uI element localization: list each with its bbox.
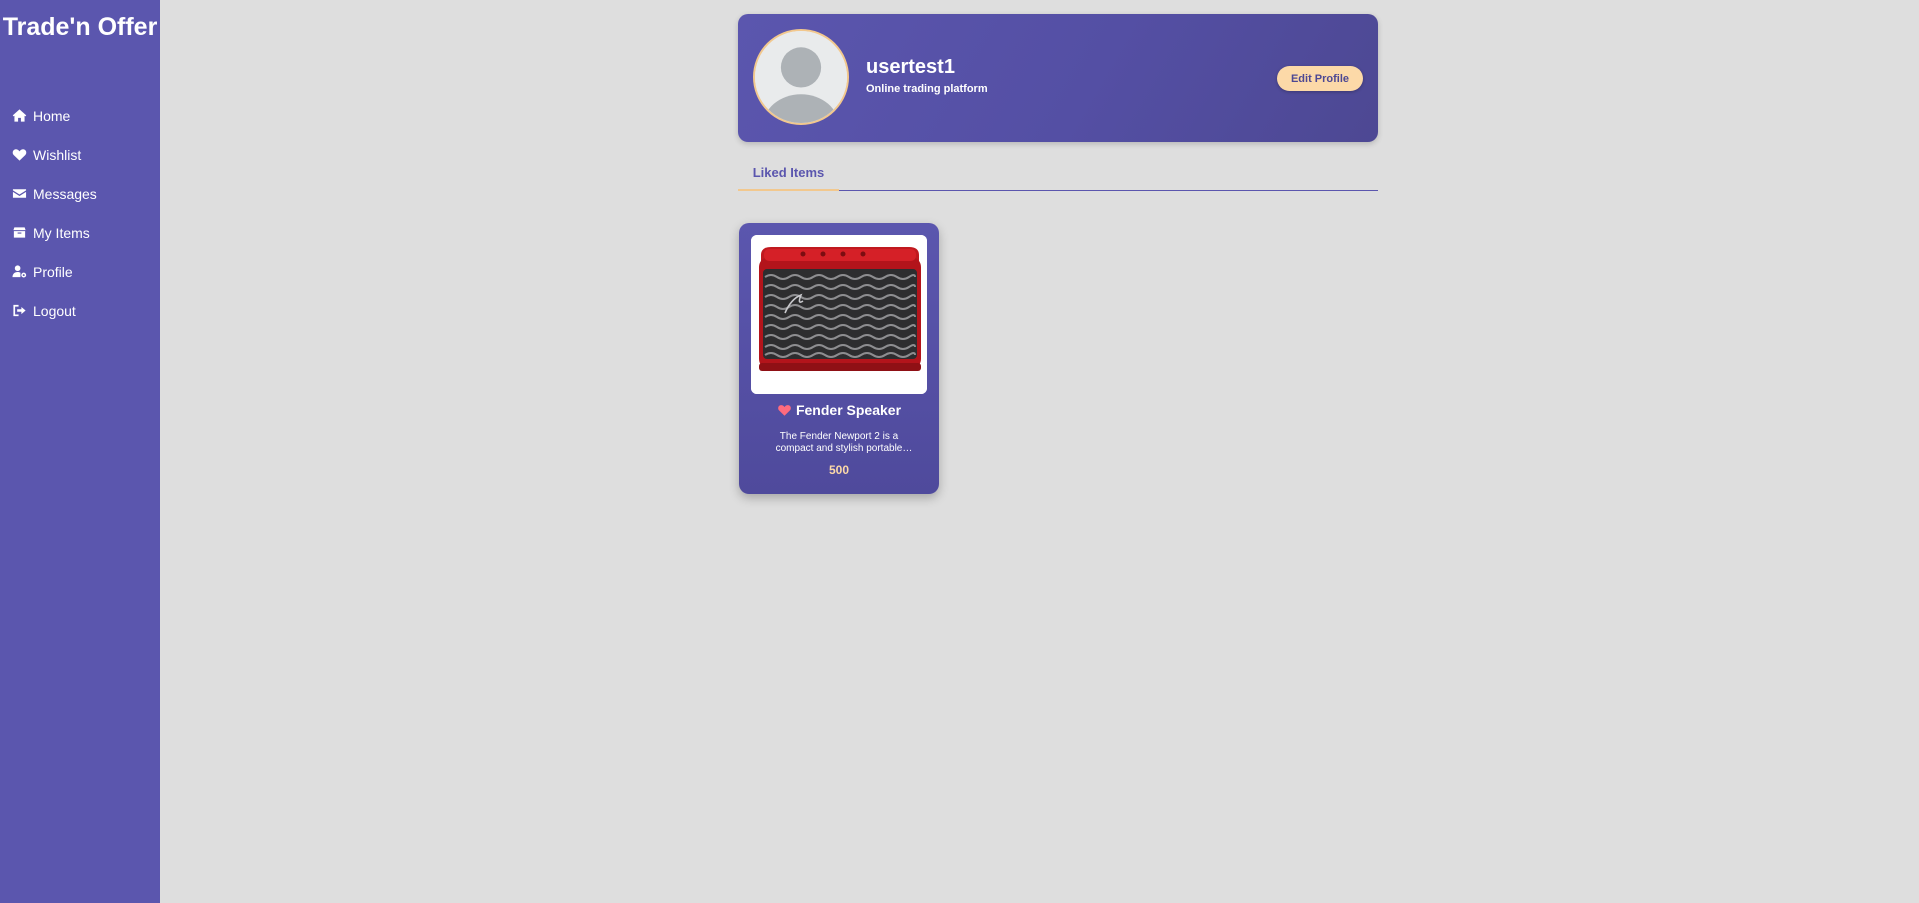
sidebar-item-my-items[interactable]: My Items	[0, 213, 160, 252]
item-card-fender-speaker[interactable]: Fender Speaker The Fender Newport 2 is a…	[739, 223, 939, 494]
brand-logo: Trade'n Offer	[2, 13, 158, 41]
item-title-text: Fender Speaker	[795, 402, 902, 418]
item-title: Fender Speaker	[739, 402, 939, 418]
tab-liked-items[interactable]: Liked Items	[738, 158, 839, 191]
sidebar-item-wishlist[interactable]: Wishlist	[0, 135, 160, 174]
sidebar-item-home[interactable]: Home	[0, 96, 160, 135]
profile-header-card: usertest1 Online trading platform Edit P…	[738, 14, 1378, 142]
user-gear-icon	[12, 265, 27, 278]
sidebar-item-messages[interactable]: Messages	[0, 174, 160, 213]
heart-icon	[12, 149, 27, 161]
sidebar-item-label: Home	[33, 107, 71, 124]
envelope-icon	[12, 189, 27, 198]
item-price: 500	[828, 463, 850, 477]
sidebar-item-label: My Items	[33, 224, 90, 241]
edit-profile-button[interactable]: Edit Profile	[1277, 66, 1363, 91]
sidebar-item-profile[interactable]: Profile	[0, 252, 160, 291]
sidebar: Trade'n Offer Home Wishlist Messages My …	[0, 0, 160, 903]
box-icon	[13, 227, 26, 238]
item-description: The Fender Newport 2 is a compact and st…	[775, 431, 903, 454]
sidebar-item-label: Logout	[33, 302, 76, 319]
default-avatar-icon	[753, 29, 849, 125]
heart-icon	[778, 405, 791, 416]
sidebar-item-logout[interactable]: Logout	[0, 291, 160, 330]
sidebar-item-label: Messages	[33, 185, 97, 202]
sidebar-item-label: Profile	[33, 263, 73, 280]
profile-tabs: Liked Items	[738, 158, 1378, 191]
logout-icon	[13, 304, 26, 317]
sidebar-item-label: Wishlist	[33, 146, 82, 163]
item-image	[751, 235, 927, 394]
sidebar-nav: Home Wishlist Messages My Items Profile …	[0, 96, 160, 330]
profile-tagline: Online trading platform	[866, 83, 988, 95]
home-icon	[12, 109, 27, 122]
profile-username: usertest1	[866, 56, 955, 78]
